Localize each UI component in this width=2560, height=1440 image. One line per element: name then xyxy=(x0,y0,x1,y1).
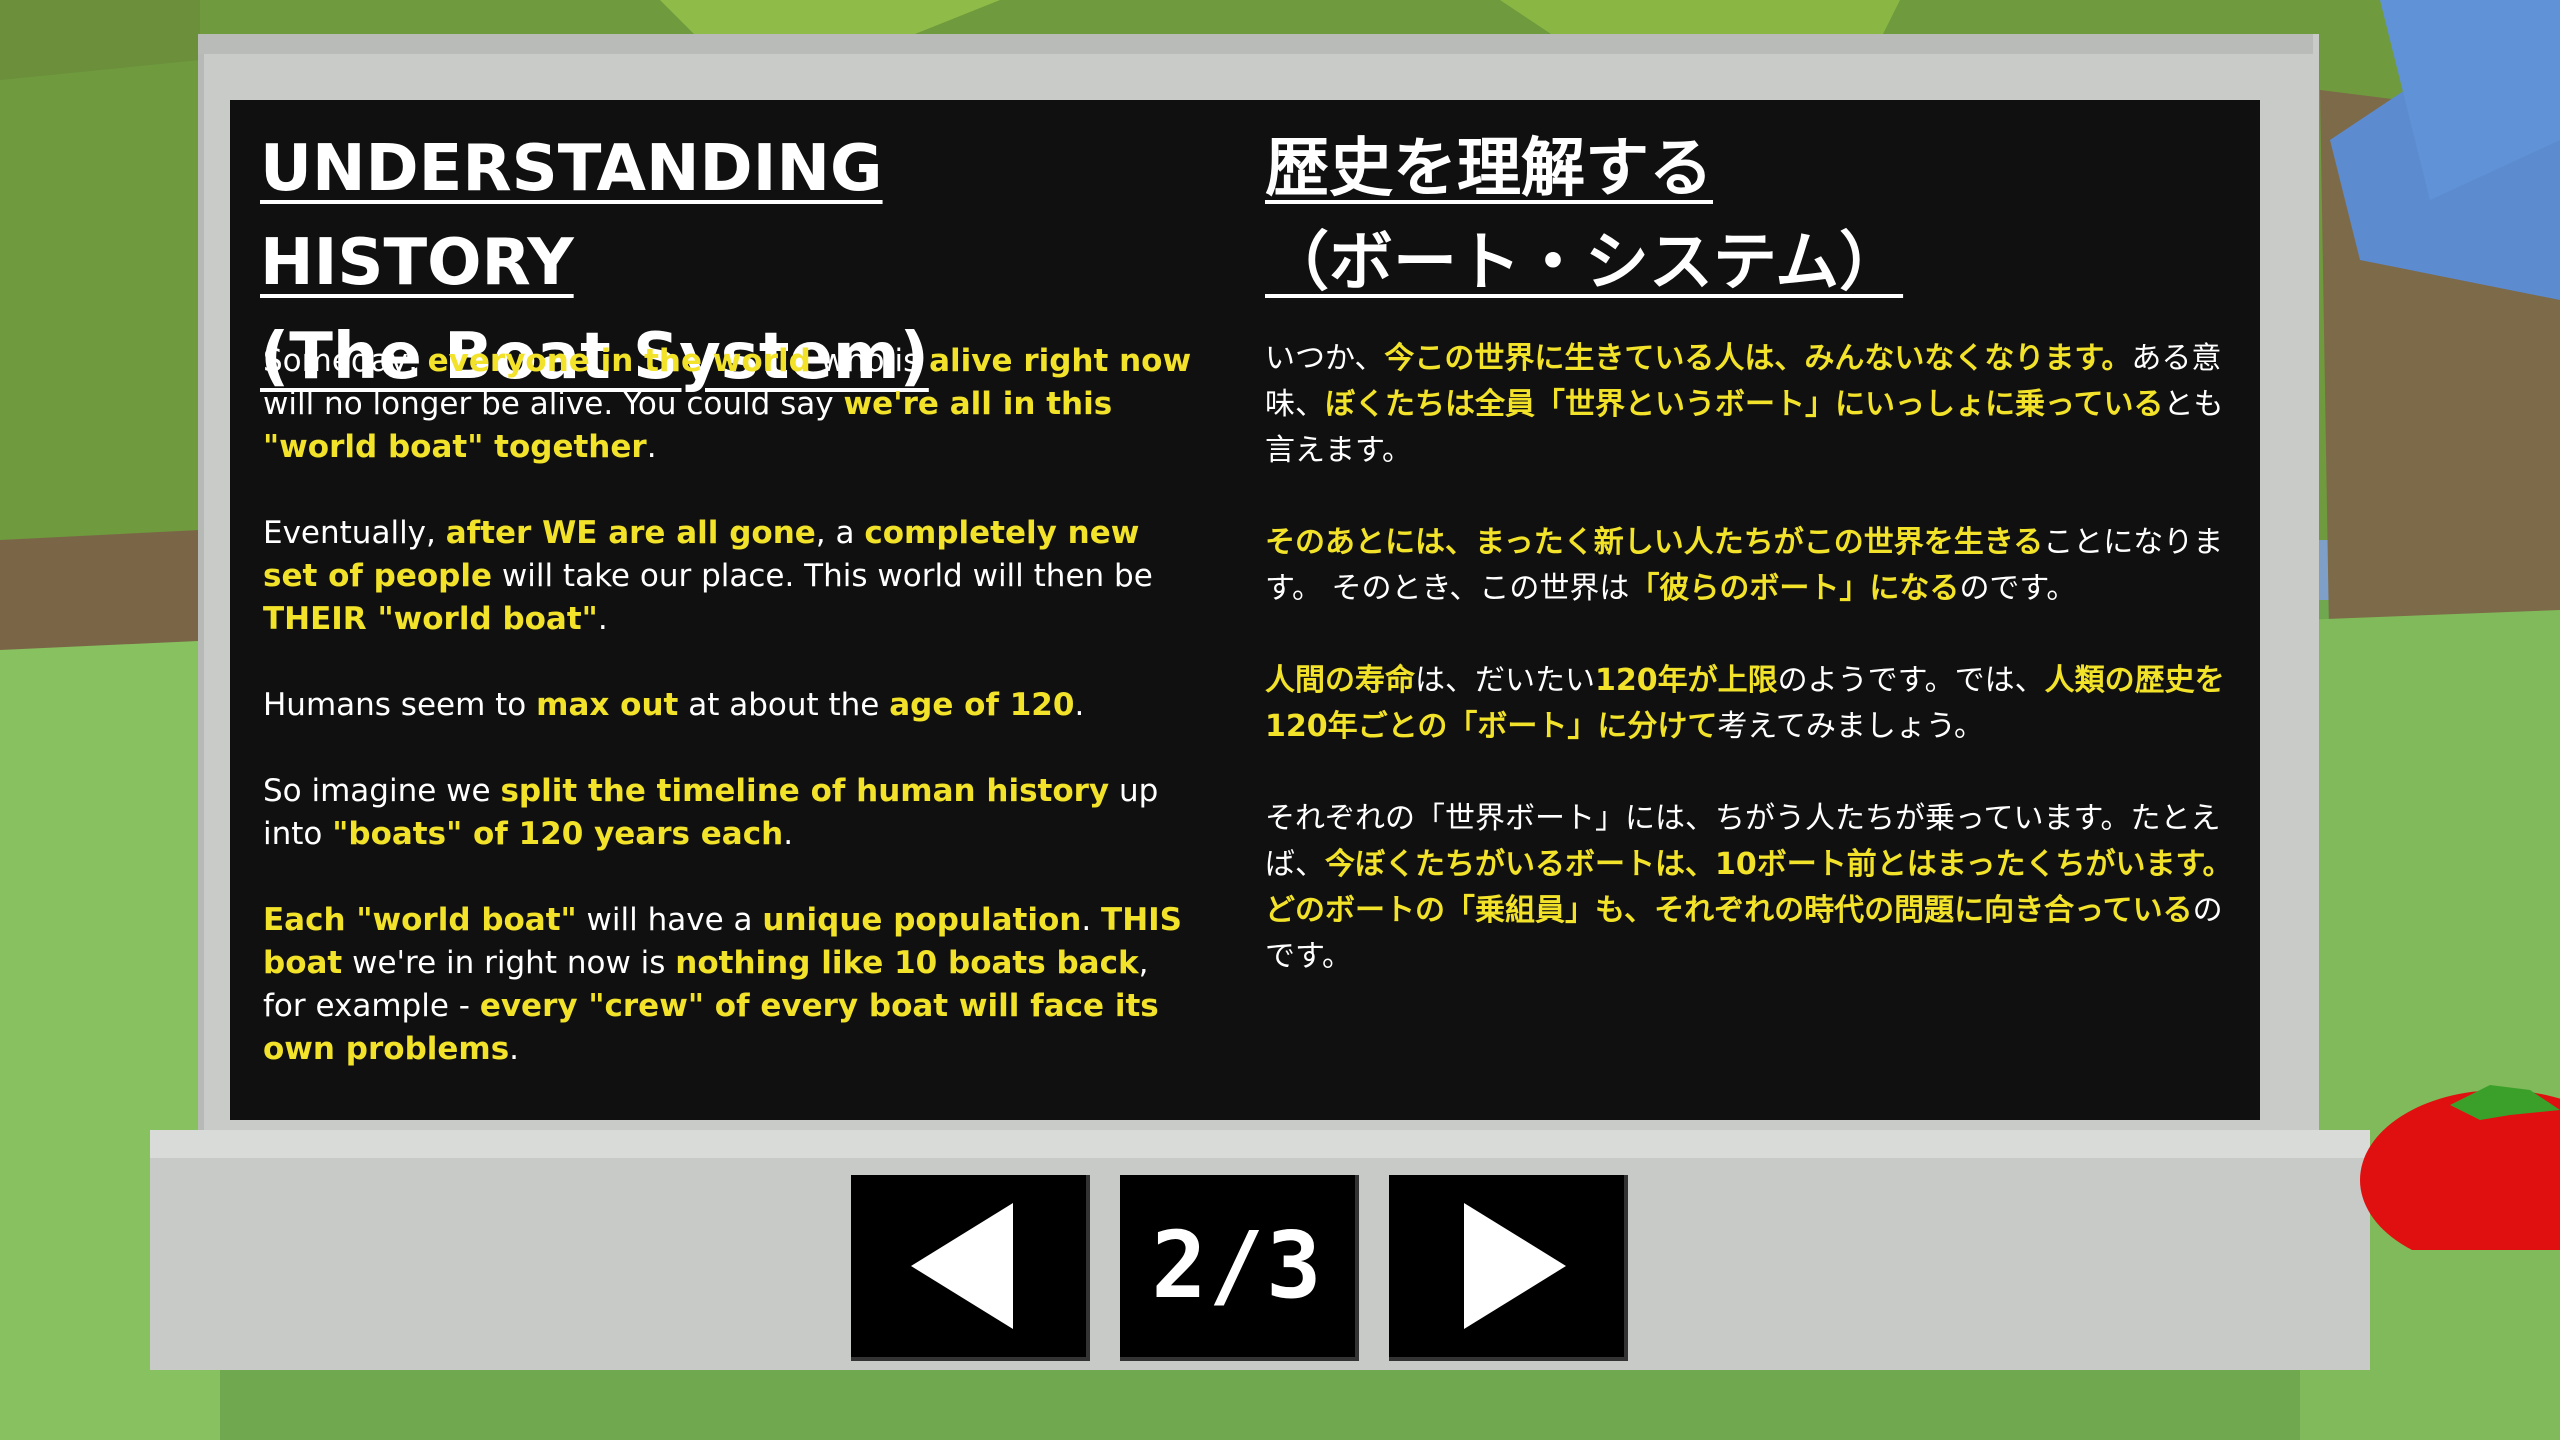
highlighted-text: 今ぼくたちがいるボートは、10ボート前とはまったくちがいます。 どのボートの「乗… xyxy=(1265,847,2233,928)
paragraph: Someday, everyone in the world who is al… xyxy=(263,340,1193,469)
body-text: . xyxy=(509,1031,520,1067)
body-text: . xyxy=(783,816,794,852)
body-text: のようです。では、 xyxy=(1777,663,2045,698)
next-page-button[interactable] xyxy=(1389,1175,1628,1361)
body-text: . xyxy=(1074,687,1085,723)
highlighted-text: 120年が上限 xyxy=(1595,663,1778,698)
body-text: . xyxy=(597,601,608,637)
paragraph: それぞれの「世界ボート」には、ちがう人たちが乗っています。たとえば、今ぼくたちが… xyxy=(1265,796,2245,980)
highlighted-text: max out xyxy=(536,687,679,723)
english-body: Someday, everyone in the world who is al… xyxy=(263,340,1193,1114)
game-scene: UNDERSTANDING HISTORY (The Boat System) … xyxy=(0,0,2560,1440)
highlighted-text: alive right now xyxy=(929,343,1192,379)
page-indicator-text: 2/3 xyxy=(1151,1212,1324,1319)
body-text: . xyxy=(1081,902,1102,938)
highlighted-text: unique population xyxy=(762,902,1082,938)
body-text: who is xyxy=(810,343,930,379)
body-text: のです。 xyxy=(1959,571,2077,606)
page-indicator: 2/3 xyxy=(1120,1175,1359,1361)
highlighted-text: age of 120 xyxy=(889,687,1075,723)
board-frame-top xyxy=(198,34,2313,54)
paragraph: 人間の寿命は、だいたい120年が上限のようです。では、人類の歴史を120年ごとの… xyxy=(1265,658,2245,750)
triangle-left-icon xyxy=(911,1203,1013,1329)
japanese-column: 歴史を理解する （ボート・システム） いつか、今この世界に生きている人は、みんな… xyxy=(1265,100,2245,974)
body-text: will no longer be alive. You could say xyxy=(263,386,844,422)
highlighted-text: Each "world boat" xyxy=(263,902,577,938)
body-text: Someday, xyxy=(263,343,428,379)
body-text: いつか、 xyxy=(1265,341,1385,376)
body-text: at about the xyxy=(678,687,890,723)
body-text: , a xyxy=(815,515,865,551)
body-text: we're in right now is xyxy=(342,945,676,981)
japanese-body: いつか、今この世界に生きている人は、みんないなくなります。ある意味、ぼくたちは全… xyxy=(1265,336,2245,1026)
paragraph: Humans seem to max out at about the age … xyxy=(263,684,1193,727)
highlighted-text: 人間の寿命 xyxy=(1265,663,1415,698)
body-text: will have a xyxy=(576,902,763,938)
paragraph: そのあとには、まったく新しい人たちがこの世界を生きることになります。 そのとき、… xyxy=(1265,520,2245,612)
body-text: Humans seem to xyxy=(263,687,537,723)
triangle-right-icon xyxy=(1464,1203,1566,1329)
highlighted-text: THEIR "world boat" xyxy=(263,601,598,637)
body-text: will take our place. This world will the… xyxy=(492,558,1153,594)
body-text: . xyxy=(646,429,657,465)
japanese-title-line1: 歴史を理解する xyxy=(1265,132,1713,206)
previous-page-button[interactable] xyxy=(851,1175,1090,1361)
highlighted-text: ぼくたちは全員「世界というボート」にいっしょに乗っている xyxy=(1325,387,2164,422)
highlighted-text: nothing like 10 boats back xyxy=(675,945,1139,981)
highlighted-text: "boats" of 120 years each xyxy=(332,816,784,852)
highlighted-text: 今この世界に生きている人は、みんないなくなります。 xyxy=(1384,341,2132,376)
english-title-line1: UNDERSTANDING HISTORY xyxy=(260,132,883,300)
paragraph: Each "world boat" will have a unique pop… xyxy=(263,899,1193,1071)
board-base-top xyxy=(150,1130,2370,1158)
paragraph: いつか、今この世界に生きている人は、みんないなくなります。ある意味、ぼくたちは全… xyxy=(1265,336,2245,474)
body-text: は、だいたい xyxy=(1415,663,1595,698)
blackboard: UNDERSTANDING HISTORY (The Boat System) … xyxy=(230,100,2260,1120)
highlighted-text: split the timeline of human history xyxy=(500,773,1110,809)
highlighted-text: after WE are all gone xyxy=(445,515,816,551)
highlighted-text: そのあとには、まったく新しい人たちがこの世界を生きる xyxy=(1265,525,2044,560)
highlighted-text: everyone in the world xyxy=(427,343,811,379)
japanese-title-line2: （ボート・システム） xyxy=(1265,226,1904,300)
japanese-title: 歴史を理解する （ボート・システム） xyxy=(1265,122,2245,310)
body-text: Eventually, xyxy=(263,515,446,551)
paragraph: So imagine we split the timeline of huma… xyxy=(263,770,1193,856)
english-column: UNDERSTANDING HISTORY (The Boat System) … xyxy=(260,100,1191,1067)
paragraph: Eventually, after WE are all gone, a com… xyxy=(263,512,1193,641)
tomato-object[interactable] xyxy=(2360,1050,2560,1250)
highlighted-text: 「彼らのボート」になる xyxy=(1629,571,1960,606)
body-text: 考えてみましょう。 xyxy=(1717,709,1985,744)
body-text: So imagine we xyxy=(263,773,501,809)
